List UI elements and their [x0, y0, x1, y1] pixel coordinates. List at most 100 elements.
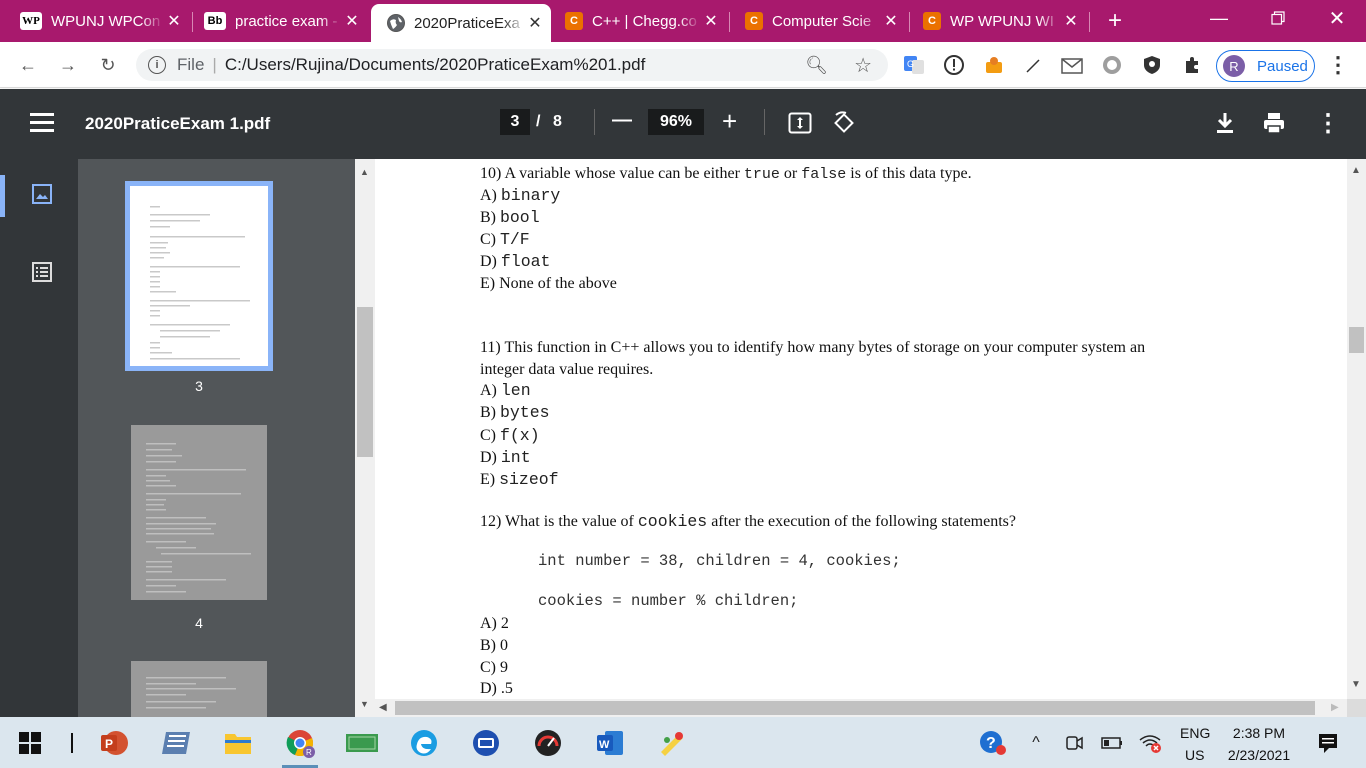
question-10-option-c: C) T/F [480, 230, 530, 249]
hamburger-menu-icon[interactable] [30, 113, 54, 133]
chegg-favicon-icon: C [745, 12, 763, 30]
thumbnails-view-icon[interactable] [32, 184, 52, 209]
screen-app-icon[interactable] [468, 725, 504, 761]
vertical-scrollbar[interactable]: ▲ ▼ [1347, 159, 1366, 699]
money-app-icon[interactable] [344, 725, 380, 761]
chegg-favicon-icon: C [565, 12, 583, 30]
close-tab-icon[interactable]: ✕ [525, 13, 545, 33]
help-tray-icon[interactable]: ? [974, 725, 1010, 761]
question-10-stem: 10) A variable whose value can be either… [480, 165, 972, 183]
minimize-button[interactable]: — [1196, 0, 1242, 36]
forward-arrow-icon[interactable]: → [56, 53, 80, 77]
tab-computer-science[interactable]: C Computer Scie ✕ [731, 6, 907, 36]
sidebar-scrollbar[interactable]: ▲ ▼ [355, 159, 375, 717]
tab-title: 2020PraticeExa [414, 14, 520, 32]
svg-text:R: R [306, 748, 312, 757]
info-icon[interactable]: i [148, 56, 166, 74]
windows-start-icon[interactable] [12, 725, 48, 761]
google-translate-icon[interactable]: G [902, 53, 926, 77]
reload-icon[interactable]: ↻ [96, 53, 120, 77]
tab-title: Computer Scie [772, 12, 872, 30]
profile-paused-button[interactable]: R Paused [1216, 50, 1315, 82]
shield-extension-icon[interactable] [1140, 53, 1164, 77]
page-thumbnail-5[interactable] [131, 661, 267, 717]
pdf-page: 10) A variable whose value can be either… [375, 159, 1347, 699]
chegg-favicon-icon: C [923, 12, 941, 30]
tab-title: C++ | Chegg.co [592, 12, 697, 30]
address-bar[interactable]: i File | C:/Users/Rujina/Documents/2020P… [136, 49, 888, 81]
browser-menu-icon[interactable]: ⋮ [1326, 52, 1350, 77]
fit-to-page-icon[interactable] [788, 112, 812, 139]
pdf-more-menu-icon[interactable]: ⋮ [1316, 109, 1340, 138]
input-language-bottom[interactable]: US [1185, 747, 1204, 763]
tab-wpunj-wi[interactable]: C WP WPUNJ WI ✕ [911, 6, 1087, 36]
question-11-option-e: E) sizeof [480, 470, 559, 489]
honey-extension-icon[interactable] [982, 53, 1006, 77]
scroll-down-arrow-icon[interactable]: ▼ [1351, 679, 1361, 690]
close-tab-icon[interactable]: ✕ [1061, 11, 1081, 31]
network-disconnected-icon[interactable] [1132, 725, 1168, 761]
zoom-magnifier-icon[interactable]: 🔍︎ [805, 55, 828, 76]
close-tab-icon[interactable]: ✕ [164, 11, 184, 31]
bookmark-star-icon[interactable]: ☆ [854, 53, 872, 78]
print-icon[interactable] [1262, 111, 1286, 140]
battery-icon[interactable] [1094, 725, 1130, 761]
tab-chegg[interactable]: C C++ | Chegg.co ✕ [553, 6, 727, 36]
restore-button[interactable] [1255, 0, 1301, 36]
close-tab-icon[interactable]: ✕ [701, 11, 721, 31]
back-arrow-icon[interactable]: ← [16, 53, 40, 77]
speedometer-app-icon[interactable] [530, 725, 566, 761]
page-separator: / [536, 113, 541, 130]
chrome-icon[interactable]: R [282, 725, 318, 761]
pdf-viewer-area[interactable]: ▲ ▼ 10) A variable whose value can be ei… [355, 159, 1366, 717]
zoom-in-button[interactable]: + [722, 106, 737, 137]
word-icon[interactable]: W [592, 725, 628, 761]
file-explorer-icon[interactable] [220, 725, 256, 761]
new-tab-button[interactable]: + [1100, 6, 1130, 36]
tab-practice-exam[interactable]: Bb practice exam - ✕ [194, 6, 368, 36]
rotate-icon[interactable] [832, 111, 856, 140]
extensions-puzzle-icon[interactable] [1180, 53, 1204, 77]
notes-app-icon[interactable] [158, 725, 194, 761]
close-tab-icon[interactable]: ✕ [342, 11, 362, 31]
meet-now-tray-icon[interactable] [1056, 725, 1092, 761]
scroll-right-arrow-icon[interactable]: ▶ [1331, 702, 1339, 713]
thumbnail-label: 3 [195, 378, 203, 394]
vertical-scroll-thumb[interactable] [1349, 327, 1364, 353]
task-view-icon[interactable] [54, 725, 90, 761]
close-window-button[interactable]: ✕ [1314, 0, 1360, 36]
horizontal-scrollbar[interactable]: ◀ ▶ [375, 699, 1347, 717]
grammar-extension-icon[interactable] [1100, 53, 1124, 77]
tab-wpunj-wpconnect[interactable]: WP WPUNJ WPCon ✕ [14, 6, 190, 36]
outline-view-icon[interactable] [32, 262, 52, 287]
edge-icon[interactable] [406, 725, 442, 761]
svg-text:?: ? [986, 735, 996, 752]
blackboard-favicon-icon: Bb [204, 12, 226, 30]
tab-pdf-active[interactable]: 2020PraticeExa ✕ [371, 4, 551, 42]
powerpoint-icon[interactable]: P [96, 725, 132, 761]
sidebar-scroll-thumb[interactable] [357, 307, 373, 457]
clock-date[interactable]: 2/23/2021 [1220, 747, 1298, 763]
address-toolbar: ← → ↻ i File | C:/Users/Rujina/Documents… [0, 42, 1366, 88]
page-number-input[interactable]: 3 [500, 109, 530, 135]
show-hidden-icons-chevron-icon[interactable]: ^ [1018, 725, 1054, 761]
paint-icon[interactable] [654, 725, 690, 761]
zoom-input[interactable]: 96% [648, 109, 704, 135]
zoom-out-button[interactable]: — [612, 109, 632, 132]
scroll-up-arrow-icon[interactable]: ▲ [1351, 165, 1361, 176]
clock-time[interactable]: 2:38 PM [1222, 725, 1296, 741]
extension-info-icon[interactable] [942, 53, 966, 77]
mail-extension-icon[interactable] [1060, 53, 1084, 77]
question-11-option-d: D) int [480, 448, 531, 467]
notifications-icon[interactable] [1310, 725, 1346, 761]
pen-extension-icon[interactable] [1022, 53, 1046, 77]
profile-status: Paused [1257, 57, 1308, 75]
horizontal-scroll-thumb[interactable] [395, 701, 1315, 715]
scroll-left-arrow-icon[interactable]: ◀ [379, 702, 387, 713]
download-icon[interactable] [1214, 111, 1236, 140]
question-11-stem-line2: integer data value requires. [480, 361, 654, 378]
page-thumbnail-4[interactable] [131, 425, 267, 600]
page-thumbnail-3[interactable] [125, 181, 273, 371]
close-tab-icon[interactable]: ✕ [881, 11, 901, 31]
input-language-top[interactable]: ENG [1180, 725, 1210, 741]
